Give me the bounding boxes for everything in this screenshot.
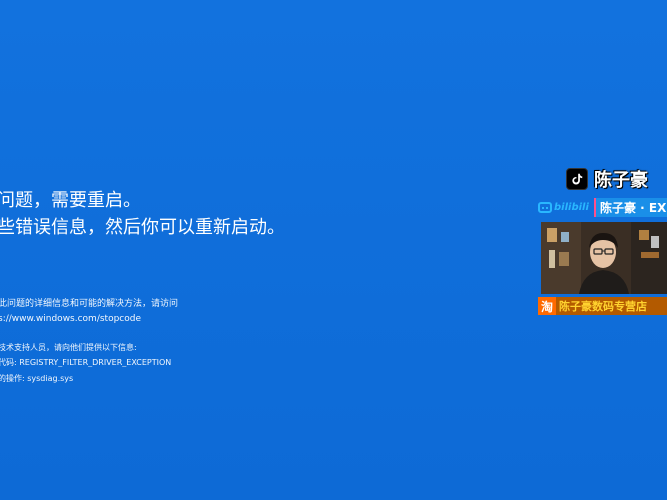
failed-module: 的操作: sysdiag.sys xyxy=(0,374,74,383)
bilibili-channel: 陈子豪 · EX xyxy=(594,197,667,217)
error-headline: 问题，需要重启。 xyxy=(0,190,141,211)
webcam-feed xyxy=(541,222,667,294)
bilibili-logo: bilibili xyxy=(538,199,592,215)
bsod-screen: 问题，需要重启。 些错误信息，然后你可以重新启动。 此问题的详细信息和可能的解决… xyxy=(0,0,667,500)
taobao-shop-banner: 淘 陈子豪数码专营店 xyxy=(538,297,667,315)
bilibili-logo-text: bilibili xyxy=(554,201,589,213)
error-subheadline: 些错误信息，然后你可以重新启动。 xyxy=(0,217,285,238)
info-text: 此问题的详细信息和可能的解决方法，请访问 xyxy=(0,299,179,309)
tiktok-badge: 陈子豪 xyxy=(566,166,667,192)
bilibili-badge: bilibili 陈子豪 · EX xyxy=(538,197,667,217)
bilibili-tv-icon xyxy=(538,201,552,213)
bilibili-channel-name: 陈子豪 · EX xyxy=(600,200,667,215)
stop-code: 代码: REGISTRY_FILTER_DRIVER_EXCEPTION xyxy=(0,358,172,367)
stopcode-link: s://www.windows.com/stopcode xyxy=(0,314,141,324)
support-text: 技术支持人员，请向他们提供以下信息: xyxy=(0,343,137,352)
tiktok-channel-name: 陈子豪 xyxy=(594,170,648,191)
taobao-icon: 淘 xyxy=(538,297,556,315)
streamer-overlay: 陈子豪 bilibili 陈子豪 · EX 淘 陈子豪数码专营店 xyxy=(538,166,667,316)
tiktok-icon xyxy=(566,168,588,190)
shop-name: 陈子豪数码专营店 xyxy=(559,300,647,313)
